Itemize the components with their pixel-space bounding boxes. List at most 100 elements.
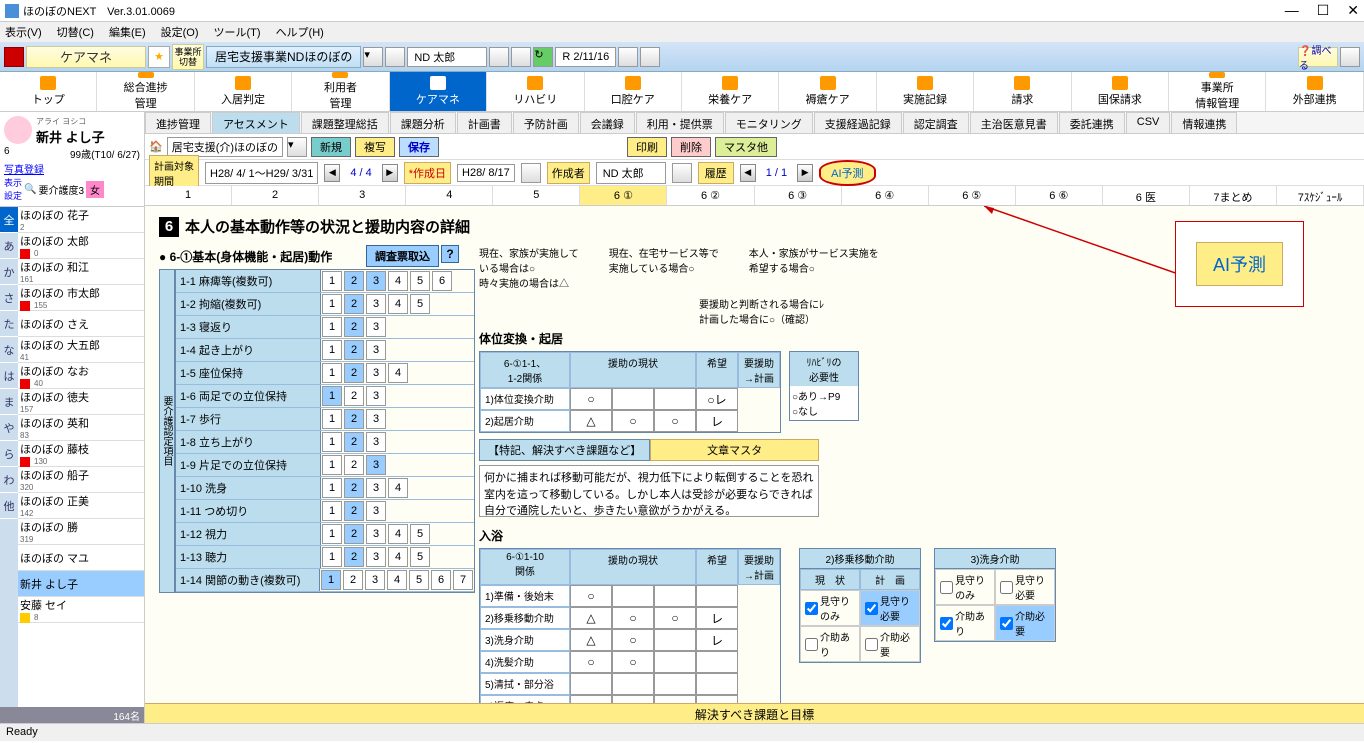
index-char[interactable]: さ [0,285,18,311]
matrix-cell[interactable]: レ [696,410,738,432]
checkbox-cell[interactable]: 介助あり [800,626,860,662]
index-char[interactable]: ら [0,441,18,467]
assess-cell[interactable]: 1 [322,340,342,360]
nav-tab[interactable]: 外部連携 [1266,72,1363,111]
assess-cell[interactable]: 2 [344,271,364,291]
matrix-cell[interactable]: △ [570,629,612,651]
section-tab[interactable]: 6 ⑥ [1016,186,1103,205]
index-char[interactable]: 全 [0,207,18,233]
menu-item[interactable]: 編集(E) [109,24,146,40]
assess-cell[interactable]: 5 [409,570,429,590]
matrix-cell[interactable] [612,673,654,695]
record-button[interactable] [4,47,24,67]
assess-cell[interactable]: 1 [322,409,342,429]
index-char[interactable]: は [0,363,18,389]
master-button[interactable]: マスタ他 [715,137,777,157]
matrix-cell[interactable]: ○ [612,651,654,673]
assess-cell[interactable]: 5 [410,294,430,314]
patient-list-item[interactable]: ほのぼの 勝319 [18,519,144,545]
section-tab[interactable]: 7まとめ [1190,186,1277,205]
assess-cell[interactable]: 4 [388,547,408,567]
assess-cell[interactable]: 1 [322,432,342,452]
assess-cell[interactable]: 3 [366,386,386,406]
index-char[interactable]: わ [0,467,18,493]
assess-cell[interactable]: 2 [344,409,364,429]
assess-cell[interactable]: 4 [388,524,408,544]
matrix-cell[interactable] [654,651,696,673]
assess-cell[interactable]: 5 [410,547,430,567]
nav-tab[interactable]: 利用者 管理 [292,72,389,111]
save-button[interactable]: 保存 [399,137,439,157]
subtab[interactable]: CSV [1126,112,1171,133]
patient-list-item[interactable]: 新井 よし子 [18,571,144,597]
matrix-cell[interactable] [696,673,738,695]
assess-cell[interactable]: 2 [344,386,364,406]
assess-cell[interactable]: 3 [366,501,386,521]
ai-predict-button[interactable]: AI予測 [819,160,875,186]
assess-cell[interactable]: 6 [431,570,451,590]
user-icon[interactable] [385,47,405,67]
checkbox-cell[interactable]: 見守り必要 [860,590,920,626]
minimize-button[interactable]: — [1285,2,1299,19]
create-date-picker[interactable] [521,163,541,183]
nav-tab[interactable]: 総合進捗 管理 [97,72,194,111]
matrix-cell[interactable] [654,695,696,703]
survey-import-button[interactable]: 調査票取込 [366,245,439,267]
subtab[interactable]: 計画書 [457,112,512,133]
assess-cell[interactable]: 2 [344,317,364,337]
biz-dropdown[interactable]: ▾ [363,47,383,67]
assess-cell[interactable]: 3 [366,271,386,291]
patient-list[interactable]: ほのぼの 花子2ほのぼの 太郎0ほのぼの 和江161ほのぼの 市太郎155ほのぼ… [18,207,144,707]
nav-tab[interactable]: 国保請求 [1072,72,1169,111]
checkbox-cell[interactable]: 介助必要 [995,605,1055,641]
matrix-cell[interactable]: ○ [570,651,612,673]
checkbox-cell[interactable]: 介助必要 [860,626,920,662]
nav-tab[interactable]: 事業所 情報管理 [1169,72,1266,111]
assess-cell[interactable]: 2 [344,432,364,452]
section-tab[interactable]: 7ｽｹｼﾞｭｰﾙ [1277,186,1364,205]
section-tab[interactable]: 6 ③ [755,186,842,205]
matrix-cell[interactable]: ○ [612,629,654,651]
assess-cell[interactable]: 3 [366,547,386,567]
patient-list-item[interactable]: ほのぼの 英和83 [18,415,144,441]
assess-cell[interactable]: 4 [388,478,408,498]
home-combo[interactable]: 居宅支援(介)ほのぼの [167,137,283,157]
section-tab[interactable]: 6 ⑤ [929,186,1016,205]
matrix-cell[interactable] [654,673,696,695]
tool-button[interactable] [1340,47,1360,67]
photo-link[interactable]: 写真登録 [4,161,44,176]
nav-tab[interactable]: 褥瘡ケア [779,72,876,111]
assess-cell[interactable]: 1 [321,570,341,590]
subtab[interactable]: 委託連携 [1059,112,1125,133]
assess-cell[interactable]: 1 [322,363,342,383]
extra-button[interactable] [640,47,660,67]
assess-cell[interactable]: 2 [344,455,364,475]
section-tab[interactable]: 5 [493,186,580,205]
menu-item[interactable]: ツール(T) [214,24,261,40]
nav-tab[interactable]: 実施記録 [877,72,974,111]
menu-item[interactable]: 表示(V) [5,24,42,40]
assess-cell[interactable]: 2 [344,524,364,544]
assess-cell[interactable]: 1 [322,501,342,521]
patient-list-item[interactable]: ほのぼの 正美142 [18,493,144,519]
assess-cell[interactable]: 3 [366,409,386,429]
date-picker[interactable] [618,47,638,67]
matrix-cell[interactable] [612,695,654,703]
assess-cell[interactable]: 2 [344,294,364,314]
patient-list-item[interactable]: ほのぼの さえ [18,311,144,337]
assess-cell[interactable]: 3 [366,340,386,360]
nav-tab[interactable]: 栄養ケア [682,72,779,111]
checkbox-cell[interactable]: 見守りのみ [935,569,995,605]
assess-cell[interactable]: 2 [344,478,364,498]
nav-tab[interactable]: ケアマネ [390,72,487,111]
section-tab[interactable]: 6 ④ [842,186,929,205]
assess-cell[interactable]: 4 [387,570,407,590]
patient-list-item[interactable]: ほのぼの 船子320 [18,467,144,493]
assess-cell[interactable]: 1 [322,547,342,567]
patient-list-item[interactable]: ほのぼの マユ [18,545,144,571]
assess-cell[interactable]: 3 [366,524,386,544]
assess-cell[interactable]: 3 [366,294,386,314]
matrix-cell[interactable] [612,585,654,607]
subtab[interactable]: 課題整理総括 [301,112,389,133]
history-button[interactable]: 履歴 [698,162,734,184]
